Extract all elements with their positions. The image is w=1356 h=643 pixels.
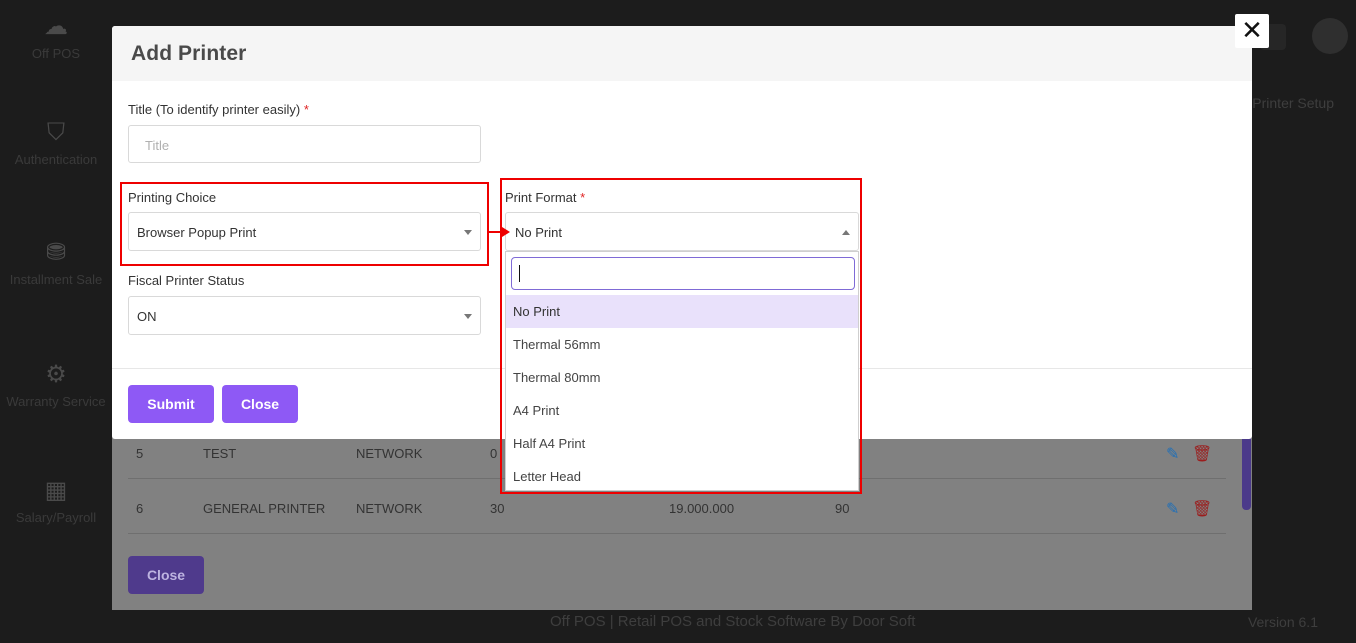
- scrollbar[interactable]: [1242, 430, 1251, 510]
- row-type: NETWORK: [356, 501, 423, 516]
- annotation-arrow-icon: [502, 227, 510, 237]
- sidebar-item-label: Authentication: [14, 152, 98, 167]
- title-input[interactable]: Title: [128, 125, 481, 163]
- sidebar-item-label: Warranty Service: [6, 394, 106, 409]
- sidebar-item-warranty-service[interactable]: ⚙ Warranty Service: [0, 361, 112, 410]
- row-ip: 19.000.000: [669, 501, 735, 516]
- trash-icon[interactable]: 🗑: [1192, 499, 1212, 519]
- page-heading: Printer Setup: [1252, 95, 1334, 111]
- sidebar-item-label: Installment Sale: [9, 272, 103, 287]
- fiscal-status-select[interactable]: ON: [128, 296, 481, 335]
- row-type: NETWORK: [356, 446, 423, 461]
- cloud-logo-icon: ☁: [44, 13, 68, 40]
- background-close-button[interactable]: Close: [128, 556, 204, 594]
- logo-text: Off POS: [31, 46, 81, 61]
- annotation-box-print-format: [500, 178, 862, 494]
- sidebar-item-authentication[interactable]: ⛉ Authentication: [0, 119, 112, 168]
- required-mark: *: [303, 102, 309, 117]
- modal-title: Add Printer: [131, 42, 247, 65]
- version-text: Version 6.1: [1247, 614, 1318, 630]
- submit-button[interactable]: Submit: [128, 385, 214, 423]
- title-field-label: Title (To identify printer easily) *: [128, 102, 309, 117]
- annotation-box-printing-choice: [120, 182, 489, 266]
- row-number: 5: [136, 446, 144, 461]
- row-number: 6: [136, 501, 144, 516]
- footer-text: Off POS | Retail POS and Stock Software …: [550, 613, 916, 630]
- trash-icon[interactable]: 🗑: [1192, 444, 1212, 464]
- edit-icon[interactable]: ✎: [1166, 499, 1179, 519]
- fiscal-status-value: ON: [137, 309, 157, 324]
- shield-icon: ⛉: [47, 119, 65, 146]
- modal-header: Add Printer: [112, 26, 1252, 81]
- sidebar-item-installment-sale[interactable]: ⛃ Installment Sale: [0, 239, 112, 288]
- fiscal-status-label: Fiscal Printer Status: [128, 273, 245, 288]
- row-name: TEST: [203, 446, 237, 461]
- title-placeholder: Title: [145, 138, 170, 153]
- avatar[interactable]: [1312, 18, 1348, 54]
- payroll-icon: ▦: [44, 477, 68, 504]
- sidebar-item-salary-payroll[interactable]: ▦ Salary/Payroll: [0, 477, 112, 526]
- sidebar: ☁ Off POS ⛉ Authentication ⛃ Installment…: [0, 0, 112, 643]
- row-name: GENERAL PRINTER: [203, 501, 326, 516]
- label-text: Title (To identify printer easily): [128, 102, 301, 117]
- close-button[interactable]: Close: [222, 385, 298, 423]
- service-icon: ⚙: [45, 361, 67, 388]
- app-logo: ☁ Off POS: [0, 13, 112, 62]
- sidebar-item-label: Salary/Payroll: [15, 510, 97, 525]
- coins-icon: ⛃: [45, 239, 67, 266]
- edit-icon[interactable]: ✎: [1166, 444, 1179, 464]
- row-chars: 90: [835, 501, 850, 516]
- close-icon[interactable]: ✕: [1235, 14, 1269, 48]
- row-port: 0: [490, 446, 498, 461]
- row-port: 30: [490, 501, 505, 516]
- chevron-down-icon: [464, 314, 472, 319]
